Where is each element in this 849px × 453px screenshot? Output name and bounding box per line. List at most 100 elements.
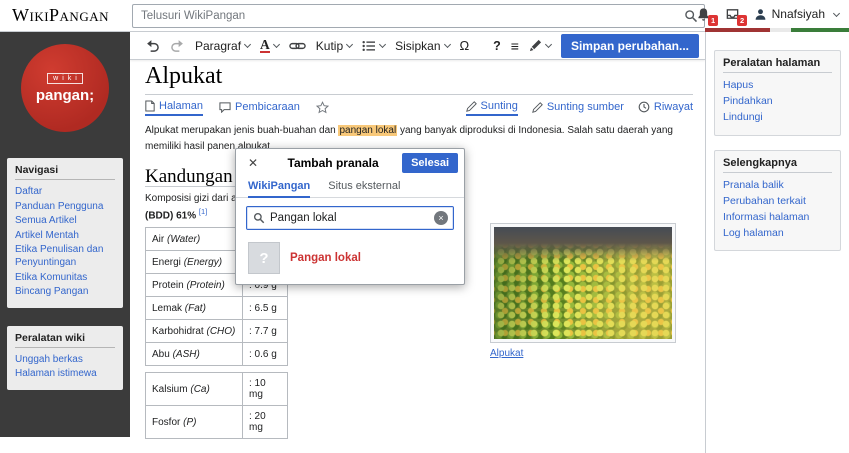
sidebar-section-peralatan-halaman: Peralatan halaman Hapus Pindahkan Lindun… bbox=[714, 50, 841, 136]
nutrient-name: Karbohidrat bbox=[152, 326, 204, 337]
nutrient-name-en: (CHO) bbox=[206, 326, 235, 337]
list-structure-dropdown[interactable] bbox=[357, 32, 390, 59]
placeholder-icon: ? bbox=[248, 242, 280, 274]
nutrient-value: : 10 mg bbox=[243, 373, 288, 406]
sidebar-item-perubahan-terkait[interactable]: Perubahan terkait bbox=[723, 194, 832, 208]
cite-dropdown[interactable]: Kutip bbox=[311, 32, 357, 59]
page-tabs: Halaman Pembicaraan Sunting bbox=[145, 100, 693, 116]
undo-button[interactable] bbox=[140, 32, 165, 59]
link-search-input[interactable] bbox=[270, 212, 434, 224]
left-sidebar: wiki pangan; Navigasi Daftar Panduan Pen… bbox=[0, 32, 130, 437]
selected-link-text[interactable]: pangan lokal bbox=[338, 125, 397, 136]
tab-riwayat[interactable]: Riwayat bbox=[638, 100, 693, 116]
watch-star-button[interactable] bbox=[316, 101, 329, 116]
sidebar-section-title: Navigasi bbox=[15, 164, 115, 180]
alerts-badge: 1 bbox=[708, 15, 717, 26]
chevron-down-icon bbox=[443, 41, 450, 48]
sidebar-item-artikel-mentah[interactable]: Artikel Mentah bbox=[15, 229, 115, 242]
insert-dropdown[interactable]: Sisipkan bbox=[390, 32, 454, 59]
site-wordmark[interactable]: WikiPangan bbox=[12, 5, 109, 26]
sidebar-item-unggah-berkas[interactable]: Unggah berkas bbox=[15, 353, 115, 366]
wiki-logo[interactable]: wiki pangan; bbox=[21, 44, 109, 132]
tab-halaman[interactable]: Halaman bbox=[145, 100, 203, 116]
sidebar-item-panduan-pengguna[interactable]: Panduan Pengguna bbox=[15, 200, 115, 213]
sidebar-section-title: Peralatan halaman bbox=[723, 57, 832, 73]
edit-mode-dropdown[interactable] bbox=[524, 32, 556, 59]
nutrient-name-en: (Ca) bbox=[190, 384, 209, 395]
nutrient-value: : 0.6 g bbox=[243, 343, 288, 366]
tab-sunting[interactable]: Sunting bbox=[466, 100, 518, 116]
sidebar-section-title: Peralatan wiki bbox=[15, 332, 115, 348]
nutrient-name-en: (ASH) bbox=[173, 349, 200, 360]
help-button[interactable]: ? bbox=[488, 32, 506, 59]
sidebar-item-lindungi[interactable]: Lindungi bbox=[723, 110, 832, 124]
tab-situs-eksternal[interactable]: Situs eksternal bbox=[328, 177, 400, 197]
sidebar-section-navigasi: Navigasi Daftar Panduan Pengguna Semua A… bbox=[7, 158, 123, 308]
tab-label: Riwayat bbox=[654, 101, 693, 113]
sidebar-item-informasi-halaman[interactable]: Informasi halaman bbox=[723, 210, 832, 224]
chevron-down-icon bbox=[833, 9, 840, 16]
star-icon bbox=[316, 101, 329, 114]
alerts-button[interactable]: 1 bbox=[696, 7, 711, 22]
sidebar-section-title: Selengkapnya bbox=[723, 157, 832, 173]
minerals-table: Kalsium (Ca) : 10 mg Fosfor (P) : 20 mg bbox=[145, 372, 288, 439]
sidebar-item-pranala-balik[interactable]: Pranala balik bbox=[723, 178, 832, 192]
visual-editor-toolbar: Paragraf A Kutip Sisipkan Ω ? ≡ bbox=[130, 32, 705, 60]
done-button[interactable]: Selesai bbox=[402, 153, 458, 173]
clear-icon[interactable]: × bbox=[434, 211, 448, 225]
user-menu[interactable]: Nnafsiyah bbox=[754, 7, 839, 21]
sidebar-item-halaman-istimewa[interactable]: Halaman istimewa bbox=[15, 367, 115, 380]
pencil-icon bbox=[532, 102, 543, 113]
sidebar-item-etika-penulisan[interactable]: Etika Penulisan dan Penyuntingan bbox=[15, 243, 115, 269]
link-button[interactable] bbox=[284, 32, 311, 59]
nutrient-name-en: (Protein) bbox=[186, 280, 224, 291]
bullet-list-icon bbox=[362, 40, 376, 52]
talk-icon bbox=[219, 102, 231, 113]
link-search-result[interactable]: ? Pangan lokal bbox=[236, 236, 464, 284]
close-icon[interactable]: ✕ bbox=[242, 154, 264, 172]
stripe-red bbox=[705, 28, 770, 32]
logo-word-top: wiki bbox=[47, 73, 83, 84]
tab-label: Sunting sumber bbox=[547, 101, 624, 113]
link-icon bbox=[289, 41, 306, 51]
user-tools: 1 2 Nnafsiyah bbox=[696, 0, 839, 28]
tab-wikipangan[interactable]: WikiPangan bbox=[248, 177, 310, 198]
nutrient-name-en: (Fat) bbox=[185, 303, 206, 314]
chevron-down-icon bbox=[273, 41, 280, 48]
reference-link[interactable]: [1] bbox=[199, 207, 207, 216]
nutrient-name: Protein bbox=[152, 280, 184, 291]
sidebar-item-log-halaman[interactable]: Log halaman bbox=[723, 226, 832, 240]
sidebar-item-hapus[interactable]: Hapus bbox=[723, 78, 832, 92]
tab-pembicaraan[interactable]: Pembicaraan bbox=[219, 101, 300, 115]
table-row: Karbohidrat (CHO) : 7.7 g bbox=[146, 320, 288, 343]
redo-button[interactable] bbox=[165, 32, 190, 59]
sidebar-item-daftar[interactable]: Daftar bbox=[15, 185, 115, 198]
article-image-frame[interactable] bbox=[490, 223, 676, 343]
sidebar-item-etika-komunitas[interactable]: Etika Komunitas bbox=[15, 271, 115, 284]
undo-icon bbox=[145, 39, 160, 52]
tab-sunting-sumber[interactable]: Sunting sumber bbox=[532, 100, 624, 116]
search-input[interactable] bbox=[133, 10, 682, 22]
redo-icon bbox=[170, 39, 185, 52]
special-character-button[interactable]: Ω bbox=[455, 32, 475, 59]
table-row: Abu (ASH) : 0.6 g bbox=[146, 343, 288, 366]
site-search bbox=[132, 4, 705, 28]
paragraph-text: Alpukat merupakan jenis buah-buahan dan bbox=[145, 125, 338, 136]
image-caption-link[interactable]: Alpukat bbox=[490, 348, 523, 359]
sidebar-item-bincang-pangan[interactable]: Bincang Pangan bbox=[15, 285, 115, 298]
sidebar-item-pindahkan[interactable]: Pindahkan bbox=[723, 94, 832, 108]
paragraph-format-dropdown[interactable]: Paragraf bbox=[190, 32, 255, 59]
sidebar-item-semua-artikel[interactable]: Semua Artikel bbox=[15, 214, 115, 227]
nutrient-name: Fosfor bbox=[152, 417, 180, 428]
sidebar-section-selengkapnya: Selengkapnya Pranala balik Perubahan ter… bbox=[714, 150, 841, 252]
tab-label: Sunting bbox=[481, 100, 518, 112]
menu-icon: ≡ bbox=[511, 38, 519, 54]
messages-button[interactable]: 2 bbox=[725, 7, 740, 22]
cite-label: Kutip bbox=[316, 39, 343, 53]
search-icon bbox=[247, 212, 270, 224]
result-page-title: Pangan lokal bbox=[290, 252, 361, 264]
nutrient-value: : 20 mg bbox=[243, 406, 288, 439]
save-changes-button[interactable]: Simpan perubahan... bbox=[561, 34, 699, 58]
page-options-button[interactable]: ≡ bbox=[506, 32, 524, 59]
text-style-dropdown[interactable]: A bbox=[255, 32, 284, 59]
